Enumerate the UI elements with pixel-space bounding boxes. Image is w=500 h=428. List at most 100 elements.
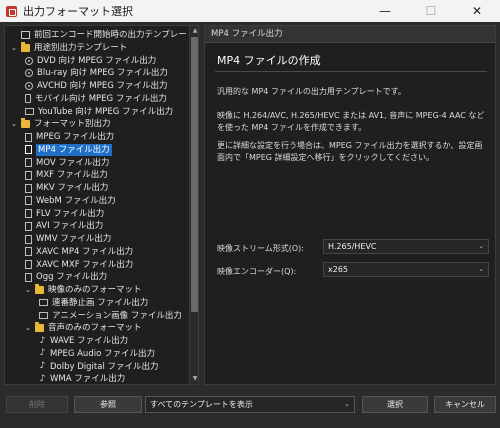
tree-item[interactable]: ♪ Dolby Digital ファイル出力 [39, 361, 159, 373]
tree-item-label: MPEG Audio ファイル出力 [50, 348, 155, 359]
tree-item-label: WebM ファイル出力 [36, 195, 116, 206]
detail-description-3: 更に詳細な設定を行う場合は、MPEG ファイル出力を選択するか、設定画面内で「M… [217, 141, 483, 162]
window-title: 出力フォーマット選択 [23, 5, 133, 18]
note-icon: ♪ [39, 348, 46, 359]
cancel-button[interactable]: キャンセル [434, 396, 496, 413]
tree-item[interactable]: MXF ファイル出力 [25, 169, 108, 181]
note-icon: ♪ [39, 361, 46, 371]
tree-item-label: WMA ファイル出力 [50, 374, 126, 385]
note-icon: ♪ [39, 335, 46, 346]
tree-item[interactable]: MOV ファイル出力 [25, 157, 109, 169]
tree-item[interactable]: Blu-ray 向け MPEG ファイル出力 [25, 67, 168, 79]
tree-item-label: Blu-ray 向け MPEG ファイル出力 [37, 68, 168, 79]
disc-icon [25, 69, 33, 78]
scroll-thumb[interactable] [191, 37, 198, 312]
video-encoder-select[interactable]: x265 ⌄ [323, 262, 489, 277]
chevron-down-icon: ⌄ [478, 265, 484, 273]
stream-format-select[interactable]: H.265/HEVC ⌄ [323, 239, 489, 254]
tree-item-label: アニメーション画像 ファイル出力 [52, 310, 182, 321]
tree-item-label: AVI ファイル出力 [36, 221, 104, 232]
expand-chevron-icon[interactable]: ⌄ [25, 284, 33, 296]
file-icon [25, 247, 32, 257]
chevron-down-icon: ⌄ [478, 242, 484, 250]
scroll-up-icon[interactable]: ▲ [190, 26, 198, 36]
tree-item[interactable]: XAVC MXF ファイル出力 [25, 259, 133, 271]
tree-item-label: WAVE ファイル出力 [50, 336, 129, 346]
tree-item[interactable]: ♪ WMA ファイル出力 [39, 373, 126, 385]
tree-item[interactable]: 連番静止画 ファイル出力 [39, 297, 148, 309]
tree-item-label: XAVC MP4 ファイル出力 [36, 246, 134, 257]
tree-item-label: 前回エンコード開始時の出力テンプレート [34, 30, 196, 40]
disc-icon [25, 56, 33, 65]
tree-item[interactable]: WMV ファイル出力 [25, 233, 111, 245]
template-detail-panel: MP4 ファイル出力 MP4 ファイルの作成 汎用的な MP4 ファイルの出力用… [204, 25, 496, 385]
stream-format-label: 映像ストリーム形式(O): [217, 244, 304, 253]
tree-item-label: 音声のみのフォーマット [48, 323, 142, 334]
template-icon [21, 31, 30, 39]
film-icon [39, 312, 48, 319]
disc-icon [25, 82, 33, 90]
browse-button[interactable]: 参照 [74, 396, 142, 413]
file-icon [25, 158, 32, 167]
file-icon [25, 234, 32, 244]
tree-item-label: MXF ファイル出力 [36, 170, 108, 181]
tree-item[interactable]: MPEG ファイル出力 [25, 131, 114, 143]
video-encoder-label: 映像エンコーダー(Q): [217, 267, 297, 276]
tree-item-label: DVD 向け MPEG ファイル出力 [37, 55, 157, 66]
tree-item-label: MPEG ファイル出力 [36, 132, 115, 142]
tree-item[interactable]: XAVC MP4 ファイル出力 [25, 246, 133, 258]
tree-item[interactable]: ♪ MPEG Audio ファイル出力 [39, 348, 155, 360]
select-button[interactable]: 選択 [362, 396, 428, 413]
folder-icon [21, 41, 30, 52]
tree-item-label: モバイル向け MPEG ファイル出力 [35, 93, 167, 104]
folder-icon [35, 322, 44, 333]
tree-item[interactable]: Ogg ファイル出力 [25, 271, 107, 283]
detail-title: MP4 ファイルの作成 [217, 54, 321, 67]
tree-item[interactable]: 前回エンコード開始時の出力テンプレート [11, 29, 195, 41]
tree-item[interactable]: ⌄ 用途別出力テンプレート [11, 41, 127, 54]
tree-item-label: YouTube 向け MPEG ファイル出力 [38, 106, 174, 117]
tree-item[interactable]: モバイル向け MPEG ファイル出力 [25, 93, 167, 105]
maximize-button[interactable]: ☐ [408, 0, 454, 22]
tree-item[interactable]: ⌄ 映像のみのフォーマット [25, 284, 142, 296]
tree-item[interactable]: AVI ファイル出力 [25, 220, 103, 232]
close-button[interactable]: ✕ [454, 0, 500, 22]
tree-item[interactable]: MP4 ファイル出力 [25, 143, 112, 156]
template-tree[interactable]: 前回エンコード開始時の出力テンプレート ⌄ 用途別出力テンプレート DVD 向け MP… [4, 25, 199, 385]
template-filter-select[interactable]: すべてのテンプレートを表示 ⌄ [145, 396, 355, 413]
scroll-down-icon[interactable]: ▼ [190, 374, 198, 384]
file-icon [25, 170, 32, 180]
detail-header: MP4 ファイル出力 [205, 26, 495, 43]
tree-item-label: MOV ファイル出力 [36, 157, 110, 168]
tree-item[interactable]: アニメーション画像 ファイル出力 [39, 310, 182, 322]
file-icon [25, 145, 32, 155]
file-icon [25, 183, 32, 193]
detail-description-2: 映像に H.264/AVC, H.265/HEVC または AV1, 音声に M… [217, 111, 485, 132]
delete-button[interactable]: 削除 [6, 396, 68, 413]
tree-item[interactable]: YouTube 向け MPEG ファイル出力 [25, 106, 173, 118]
tree-item[interactable]: MKV ファイル出力 [25, 182, 108, 194]
folder-icon [35, 284, 44, 294]
folder-icon [21, 118, 30, 129]
tree-item[interactable]: DVD 向け MPEG ファイル出力 [25, 55, 156, 67]
tree-item[interactable]: ⌄ フォーマット別出力 [11, 118, 111, 130]
tree-item-label: フォーマット別出力 [34, 119, 111, 130]
expand-chevron-icon[interactable]: ⌄ [11, 118, 19, 130]
note-icon: ♪ [39, 373, 46, 384]
tree-item[interactable]: AVCHD 向け MPEG ファイル出力 [25, 80, 167, 92]
tree-item[interactable]: ♪ WAVE ファイル出力 [39, 335, 128, 347]
video-encoder-value: x265 [328, 265, 349, 274]
template-filter-value: すべてのテンプレートを表示 [150, 400, 253, 409]
chevron-down-icon: ⌄ [344, 400, 350, 408]
expand-chevron-icon[interactable]: ⌄ [25, 322, 33, 334]
tree-item-label: AVCHD 向け MPEG ファイル出力 [37, 81, 168, 91]
tree-item[interactable]: WebM ファイル出力 [25, 195, 116, 207]
mobile-icon [25, 94, 31, 104]
file-icon [25, 272, 32, 282]
minimize-button[interactable]: — [362, 0, 408, 22]
tree-item-label: 連番静止画 ファイル出力 [52, 297, 149, 308]
tree-item[interactable]: ⌄ 音声のみのフォーマット [25, 322, 142, 334]
tree-item[interactable]: FLV ファイル出力 [25, 208, 104, 220]
tree-scrollbar[interactable]: ▲ ▼ [189, 26, 198, 384]
expand-chevron-icon[interactable]: ⌄ [11, 42, 19, 54]
